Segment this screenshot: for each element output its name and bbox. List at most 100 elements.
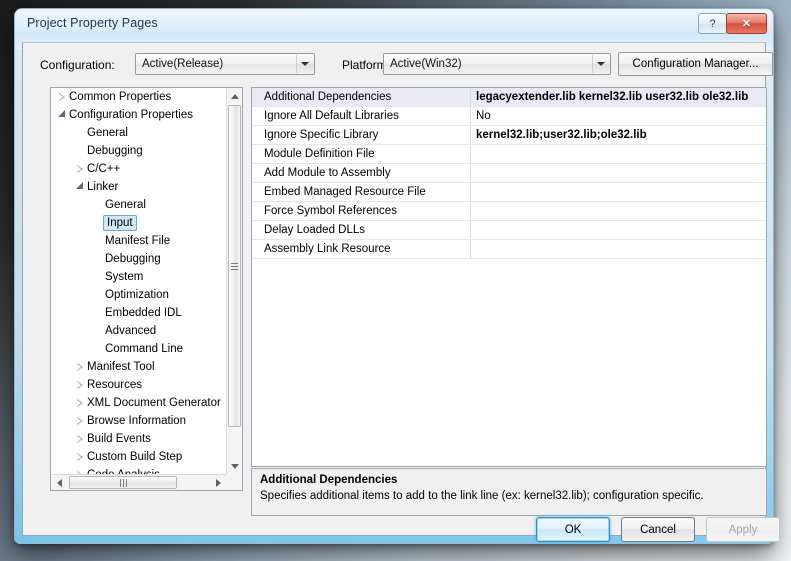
ok-button[interactable]: OK [536, 517, 610, 542]
property-grid-rows: Additional Dependencies legacyextender.li… [252, 88, 766, 259]
tree-item-label: Common Properties [69, 91, 172, 103]
property-row[interactable]: Additional Dependencies legacyextender.li… [252, 88, 766, 107]
scroll-left-button[interactable] [51, 475, 67, 490]
platform-value: Active(Win32) [390, 58, 462, 70]
property-row[interactable]: Embed Managed Resource File [252, 183, 766, 202]
expander-closed-icon[interactable] [73, 430, 86, 448]
scroll-up-button[interactable] [227, 88, 242, 104]
property-row[interactable]: Assembly Link Resource [252, 240, 766, 259]
property-row[interactable]: Add Module to Assembly [252, 164, 766, 183]
tree-item-embedded-idl[interactable]: Embedded IDL [51, 304, 226, 322]
tree-item-label: Resources [87, 379, 142, 391]
tree-item-manifest-tool[interactable]: Manifest Tool [51, 358, 226, 376]
tree-item-linker[interactable]: Linker [51, 178, 226, 196]
property-row[interactable]: Module Definition File [252, 145, 766, 164]
configuration-bar: Configuration: Active(Release) Platform:… [23, 43, 773, 87]
tree-vertical-scrollbar[interactable] [226, 88, 242, 474]
property-name: Delay Loaded DLLs [252, 221, 471, 239]
property-grid[interactable]: Additional Dependencies legacyextender.li… [251, 87, 767, 467]
tree-item-c-c[interactable]: C/C++ [51, 160, 226, 178]
expander-open-icon[interactable] [73, 178, 86, 196]
configuration-manager-button[interactable]: Configuration Manager... [618, 52, 773, 76]
tree-item-label: Input [103, 215, 137, 231]
tree-item-label: Custom Build Step [87, 451, 183, 463]
tree-item-label: System [105, 271, 144, 283]
dialog-client-area: Configuration: Active(Release) Platform:… [22, 42, 780, 542]
property-pages-dialog: Project Property Pages ? ✕ Configuration… [14, 8, 780, 544]
expander-closed-icon[interactable] [55, 88, 68, 106]
help-icon[interactable]: ? [698, 13, 727, 34]
tree-item-label: Debugging [105, 253, 161, 265]
grip-icon [231, 262, 238, 270]
expander-closed-icon[interactable] [73, 376, 86, 394]
tree-item-general[interactable]: General [51, 196, 226, 214]
property-row[interactable]: Ignore Specific Library kernel32.lib;user… [252, 126, 766, 145]
tree-item-code-analysis[interactable]: Code Analysis [51, 466, 226, 474]
tree-item-debugging[interactable]: Debugging [51, 142, 226, 160]
expander-open-icon[interactable] [55, 106, 68, 124]
tree-item-input[interactable]: Input [51, 214, 226, 232]
platform-dropdown[interactable]: Active(Win32) [383, 53, 611, 75]
expander-closed-icon[interactable] [73, 358, 86, 376]
tree-item-system[interactable]: System [51, 268, 226, 286]
tree-item-manifest-file[interactable]: Manifest File [51, 232, 226, 250]
expander-closed-icon[interactable] [73, 412, 86, 430]
tree-item-label: Optimization [105, 289, 169, 301]
property-value[interactable]: kernel32.lib;user32.lib;ole32.lib [471, 126, 766, 144]
tree-item-label: Embedded IDL [105, 307, 182, 319]
property-tree[interactable]: Common Properties Configuration Propertie… [51, 88, 226, 474]
tree-item-configuration-properties[interactable]: Configuration Properties [51, 106, 226, 124]
property-value[interactable] [471, 183, 766, 201]
tree-item-label: Browse Information [87, 415, 187, 427]
tree-item-debugging[interactable]: Debugging [51, 250, 226, 268]
configuration-dropdown[interactable]: Active(Release) [135, 53, 315, 75]
property-value[interactable]: legacyextender.lib kernel32.lib user32.l… [471, 88, 766, 106]
tree-item-label: Manifest File [105, 235, 171, 247]
close-icon[interactable]: ✕ [726, 13, 767, 34]
property-value[interactable] [471, 164, 766, 182]
property-name: Ignore All Default Libraries [252, 107, 471, 125]
tree-item-general[interactable]: General [51, 124, 226, 142]
tree-vertical-scroll-thumb[interactable] [228, 105, 241, 427]
expander-closed-icon[interactable] [73, 394, 86, 412]
expander-closed-icon[interactable] [73, 448, 86, 466]
tree-item-build-events[interactable]: Build Events [51, 430, 226, 448]
property-value[interactable] [471, 202, 766, 220]
configuration-label: Configuration: [40, 58, 115, 72]
tree-horizontal-scroll-thumb[interactable] [69, 476, 177, 489]
tree-item-advanced[interactable]: Advanced [51, 322, 226, 340]
tree-horizontal-scrollbar[interactable] [51, 474, 226, 490]
property-value[interactable] [471, 221, 766, 239]
grip-icon [119, 478, 127, 487]
cancel-button[interactable]: Cancel [621, 517, 695, 542]
scroll-down-button[interactable] [227, 458, 242, 474]
property-row[interactable]: Force Symbol References [252, 202, 766, 221]
tree-item-label: Linker [87, 181, 119, 193]
property-row[interactable]: Ignore All Default Libraries No [252, 107, 766, 126]
property-name: Embed Managed Resource File [252, 183, 471, 201]
expander-closed-icon[interactable] [73, 160, 86, 178]
tree-item-xml-document-generator[interactable]: XML Document Generator [51, 394, 226, 412]
property-value[interactable] [471, 240, 766, 258]
tree-item-optimization[interactable]: Optimization [51, 286, 226, 304]
tree-item-resources[interactable]: Resources [51, 376, 226, 394]
property-value[interactable]: No [471, 107, 766, 125]
property-row[interactable]: Delay Loaded DLLs [252, 221, 766, 240]
chevron-down-icon[interactable] [592, 55, 609, 73]
tree-item-browse-information[interactable]: Browse Information [51, 412, 226, 430]
tree-item-command-line[interactable]: Command Line [51, 340, 226, 358]
property-value[interactable] [471, 145, 766, 163]
chevron-down-icon[interactable] [296, 55, 313, 73]
tree-item-label: XML Document Generator [87, 397, 221, 409]
tree-item-label: General [87, 127, 128, 139]
expander-closed-icon[interactable] [73, 466, 86, 474]
property-name: Add Module to Assembly [252, 164, 471, 182]
tree-item-custom-build-step[interactable]: Custom Build Step [51, 448, 226, 466]
tree-item-common-properties[interactable]: Common Properties [51, 88, 226, 106]
scroll-right-button[interactable] [210, 475, 226, 490]
apply-button[interactable]: Apply [706, 517, 780, 542]
